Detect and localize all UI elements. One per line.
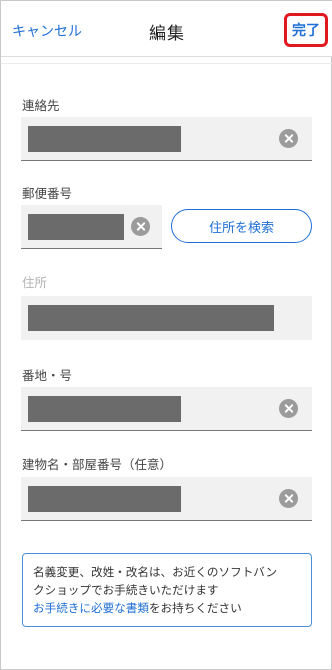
address-field [21, 296, 312, 340]
clear-icon[interactable] [279, 129, 298, 148]
masked-value [28, 214, 124, 240]
done-button[interactable]: 完了 [292, 20, 320, 40]
required-documents-link[interactable]: お手続きに必要な書類 [33, 601, 149, 615]
divider [1, 63, 332, 64]
masked-value [28, 126, 181, 152]
building-field[interactable] [21, 477, 312, 521]
masked-value [28, 486, 181, 512]
street-number-label: 番地・号 [22, 368, 73, 383]
notice-box: 名義変更、改姓・改名は、お近くのソフトバン クショップでお手続きいただけます お… [22, 553, 312, 627]
done-highlight: 完了 [284, 13, 328, 47]
postal-code-label: 郵便番号 [22, 186, 73, 201]
building-label: 建物名・部屋番号（任意） [22, 457, 173, 472]
notice-line-3-rest: をお持ちください [148, 601, 242, 615]
clear-icon[interactable] [279, 489, 298, 508]
clear-icon[interactable] [279, 399, 298, 418]
masked-value [28, 305, 274, 331]
notice-line-3: お手続きに必要な書類をお持ちください [33, 599, 301, 617]
postal-code-field[interactable] [21, 205, 162, 249]
search-address-button[interactable]: 住所を検索 [171, 209, 312, 243]
clear-icon[interactable] [131, 217, 150, 236]
contact-field[interactable] [21, 117, 312, 161]
address-label: 住所 [22, 275, 48, 290]
screen-frame: キャンセル 編集 完了 連絡先 郵便番号 住所を検索 住所 番地・号 建物名・部… [0, 0, 332, 670]
page-title: 編集 [149, 24, 185, 44]
street-number-field[interactable] [21, 387, 312, 431]
masked-value [28, 396, 181, 422]
notice-line-1: 名義変更、改姓・改名は、お近くのソフトバン [33, 565, 278, 579]
contact-label: 連絡先 [22, 98, 60, 113]
nav-header: キャンセル 編集 完了 [1, 1, 332, 57]
notice-line-2: クショップでお手続きいただけます [33, 583, 219, 597]
